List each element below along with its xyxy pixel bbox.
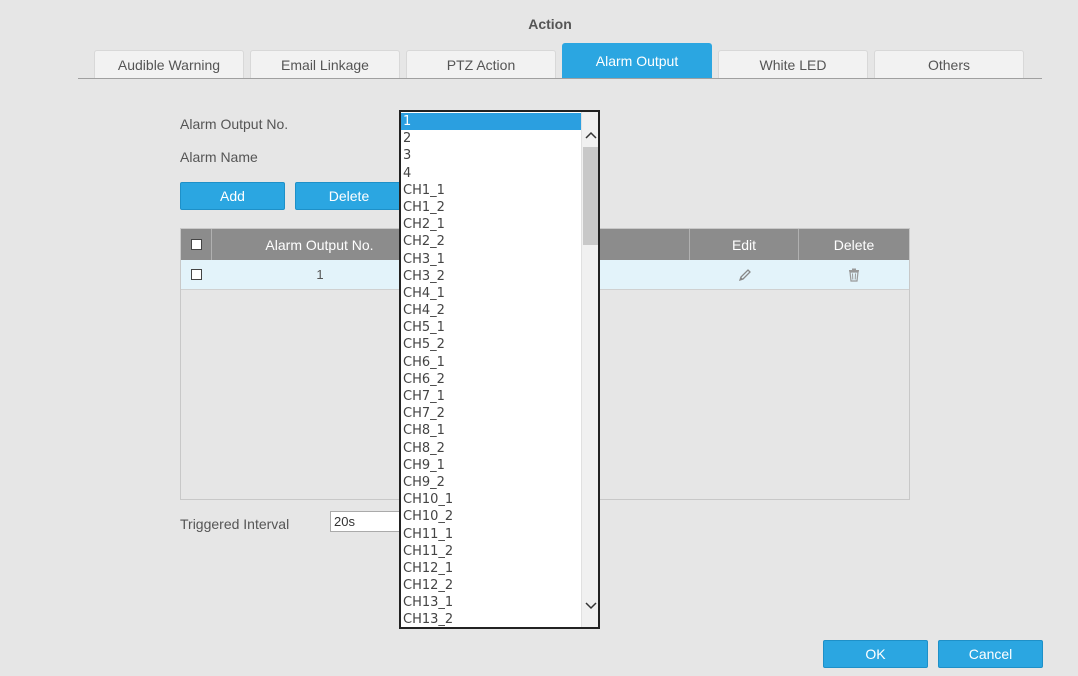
dropdown-option[interactable]: CH5_2 [401, 336, 581, 353]
dropdown-option[interactable]: CH3_2 [401, 268, 581, 285]
dropdown-option[interactable]: 2 [401, 130, 581, 147]
dropdown-option[interactable]: CH6_1 [401, 354, 581, 371]
dropdown-option[interactable]: CH13_1 [401, 594, 581, 611]
dropdown-option[interactable]: CH3_1 [401, 251, 581, 268]
alarm-output-dropdown[interactable]: 1 2 3 4 CH1_1 CH1_2 CH2_1 CH2_2 CH3_1 CH3_2 CH4_1 C… [399, 110, 600, 629]
dropdown-option[interactable]: CH7_2 [401, 405, 581, 422]
dropdown-options: 1 2 3 4 CH1_1 CH1_2 CH2_1 CH2_2 CH3_1 CH3_2 CH4_1 C… [401, 113, 581, 627]
dropdown-option[interactable]: CH12_2 [401, 577, 581, 594]
dropdown-option[interactable]: CH6_2 [401, 371, 581, 388]
tab-ptz-action[interactable]: PTZ Action [406, 50, 556, 78]
select-all-checkbox[interactable] [190, 239, 202, 250]
header-select-all [181, 229, 212, 260]
tab-white-led[interactable]: White LED [718, 50, 868, 78]
row-alarm-output-no: 1 [316, 267, 324, 282]
dropdown-option[interactable]: CH2_1 [401, 216, 581, 233]
dropdown-option[interactable]: CH9_1 [401, 457, 581, 474]
dropdown-option[interactable]: CH8_2 [401, 440, 581, 457]
dropdown-option[interactable]: CH1_1 [401, 182, 581, 199]
dropdown-option[interactable]: CH1_2 [401, 199, 581, 216]
row-select [181, 260, 212, 289]
triggered-interval-label: Triggered Interval [180, 516, 290, 532]
dropdown-option[interactable]: CH5_1 [401, 319, 581, 336]
header-delete: Delete [833, 236, 875, 253]
row-checkbox[interactable] [191, 269, 202, 280]
add-button[interactable]: Add [180, 182, 285, 210]
header-edit: Edit [690, 229, 799, 260]
row-delete[interactable] [799, 260, 909, 289]
dropdown-option[interactable]: CH10_1 [401, 491, 581, 508]
dropdown-option[interactable]: CH4_1 [401, 285, 581, 302]
alarm-name-label: Alarm Name [180, 149, 258, 165]
header-alarm-output-no: Alarm Output No. [212, 229, 428, 260]
dropdown-option[interactable]: CH2_2 [401, 233, 581, 250]
dropdown-option[interactable]: 4 [401, 165, 581, 182]
tab-others[interactable]: Others [874, 50, 1024, 78]
dropdown-option[interactable]: CH9_2 [401, 474, 581, 491]
dropdown-option[interactable]: CH11_1 [401, 526, 581, 543]
tab-divider [78, 78, 1042, 79]
tab-audible-warning[interactable]: Audible Warning [94, 50, 244, 78]
dropdown-scrollbar[interactable] [581, 112, 598, 627]
triggered-interval-select[interactable]: 20s [330, 511, 402, 532]
scrollbar-thumb[interactable] [583, 147, 598, 245]
ok-button[interactable]: OK [823, 640, 928, 668]
dropdown-option[interactable]: CH7_1 [401, 388, 581, 405]
tab-alarm-output[interactable]: Alarm Output [562, 43, 712, 78]
dropdown-option[interactable]: CH4_2 [401, 302, 581, 319]
dropdown-option[interactable]: CH11_2 [401, 543, 581, 560]
dropdown-option[interactable]: 3 [401, 147, 581, 164]
tab-email-linkage[interactable]: Email Linkage [250, 50, 400, 78]
pencil-icon[interactable] [737, 267, 753, 283]
chevron-up-icon[interactable] [582, 126, 598, 144]
dropdown-option[interactable]: CH13_2 [401, 611, 581, 627]
dropdown-option[interactable]: CH8_1 [401, 422, 581, 439]
dropdown-option[interactable]: CH12_1 [401, 560, 581, 577]
chevron-down-icon[interactable] [582, 597, 598, 615]
alarm-output-no-label: Alarm Output No. [180, 116, 289, 132]
page-title: Action [528, 16, 572, 32]
cancel-button[interactable]: Cancel [938, 640, 1043, 668]
trash-icon[interactable] [846, 267, 862, 283]
dropdown-option[interactable]: 1 [401, 113, 581, 131]
delete-button[interactable]: Delete [295, 182, 403, 210]
row-edit[interactable] [690, 260, 799, 289]
dropdown-option[interactable]: CH10_2 [401, 508, 581, 525]
